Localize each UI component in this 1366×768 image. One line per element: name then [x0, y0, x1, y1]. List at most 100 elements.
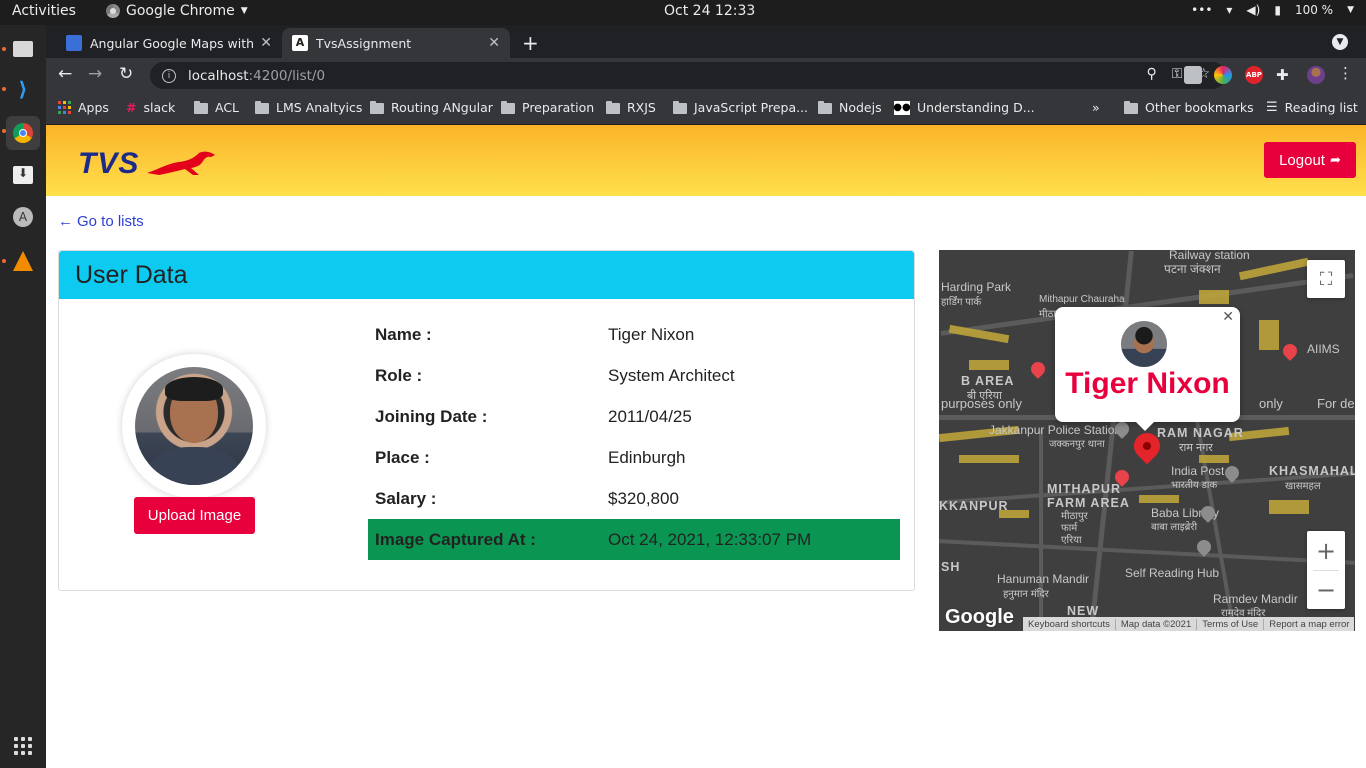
detail-label: Place : — [375, 447, 430, 467]
profile-photo — [135, 367, 253, 485]
extension-icon[interactable] — [1184, 66, 1202, 84]
menu-kebab-icon[interactable]: ⋮ — [1338, 64, 1353, 82]
favicon-icon — [66, 35, 82, 51]
adblock-icon[interactable]: ABP — [1245, 66, 1263, 84]
url-host: localhost — [188, 67, 249, 84]
reload-icon[interactable]: ↻ — [119, 64, 133, 84]
bookmark-other[interactable]: Other bookmarks — [1124, 100, 1254, 115]
bookmark-label: Preparation — [522, 100, 595, 115]
more-icon[interactable]: ••• — [1191, 3, 1212, 17]
activities-button[interactable]: Activities — [12, 3, 76, 19]
software-center-icon[interactable]: A — [6, 200, 40, 234]
tab-search-icon[interactable]: ▼ — [1332, 34, 1348, 50]
map-label: FARM AREA — [1047, 496, 1130, 510]
map-label: हनुमान मंदिर — [1003, 589, 1049, 600]
tvs-logo[interactable]: TVS — [78, 147, 221, 181]
tab-tvsassignment[interactable]: A TvsAssignment ✕ — [282, 28, 510, 58]
location-icon[interactable]: ⚲ — [1147, 66, 1157, 82]
reading-list-icon: ☰ — [1266, 100, 1278, 115]
close-icon[interactable]: ✕ — [1222, 309, 1234, 325]
close-icon[interactable]: ✕ — [260, 35, 272, 51]
wifi-icon[interactable]: ▾ — [1226, 3, 1232, 17]
vscode-icon[interactable]: ⟩ — [6, 72, 40, 106]
key-icon[interactable]: ⚿ — [1172, 66, 1183, 82]
address-bar[interactable]: i localhost:4200/list/0 ⚲ ⚿ ☆ — [150, 62, 1226, 89]
back-arrow-icon[interactable]: ← — [58, 64, 72, 84]
detail-label: Image Captured At : — [375, 529, 536, 549]
map-label: खासमहल — [1285, 481, 1321, 492]
upload-image-button[interactable]: Upload Image — [134, 497, 255, 534]
google-logo[interactable]: Google — [945, 606, 1014, 629]
volume-icon[interactable]: ◀) — [1246, 3, 1260, 17]
zoom-out-button[interactable]: − — [1307, 570, 1345, 609]
bookmark-preparation[interactable]: Preparation — [501, 100, 594, 115]
bookmark-javascript[interactable]: JavaScript Prepa... — [673, 100, 808, 115]
bookmark-label: Nodejs — [839, 100, 882, 115]
map-label: जक्कनपुर थाना — [1049, 439, 1105, 450]
profile-avatar[interactable] — [1307, 66, 1325, 84]
photo-body — [147, 447, 241, 485]
files-icon[interactable] — [6, 32, 40, 66]
bookmark-slack[interactable]: # slack — [126, 100, 175, 115]
google-map[interactable]: Railway station पटना जंक्शन Harding Park… — [939, 250, 1355, 631]
puzzle-extensions-icon[interactable]: ✚ — [1276, 66, 1294, 84]
vlc-icon[interactable] — [6, 244, 40, 278]
detail-value: Oct 24, 2021, 12:33:07 PM — [608, 529, 812, 549]
detail-row-role: Role : System Architect — [368, 355, 900, 396]
hospital-poi-icon[interactable] — [1028, 359, 1048, 379]
report-map-error-link[interactable]: Report a map error — [1264, 619, 1354, 630]
detail-value: Edinburgh — [608, 447, 686, 467]
keyboard-shortcuts-link[interactable]: Keyboard shortcuts — [1023, 618, 1116, 630]
bookmark-rxjs[interactable]: RXJS — [606, 100, 656, 115]
terms-of-use-link[interactable]: Terms of Use — [1197, 618, 1265, 630]
zoom-in-button[interactable]: + — [1307, 531, 1345, 570]
bookmark-reading-list[interactable]: ☰ Reading list — [1266, 100, 1358, 115]
bookmark-label: Reading list — [1284, 100, 1358, 115]
map-label: SH — [941, 560, 961, 574]
info-window-photo — [1121, 321, 1167, 367]
bookmarks-overflow-icon[interactable]: » — [1092, 100, 1100, 115]
close-icon[interactable]: ✕ — [488, 35, 500, 51]
tab-title: Angular Google Maps with Pl — [90, 35, 255, 51]
map-label: only — [1259, 396, 1283, 411]
bookmark-lms[interactable]: LMS Analtyics — [255, 100, 362, 115]
logout-button[interactable]: Logout ➦ — [1264, 142, 1356, 178]
map-data-text: Map data ©2021 — [1116, 618, 1198, 630]
angular-icon: A — [292, 35, 308, 51]
bookmark-apps[interactable]: Apps — [58, 100, 109, 115]
bookmark-nodejs[interactable]: Nodejs — [818, 100, 882, 115]
bookmark-label: Routing ANgular — [391, 100, 493, 115]
go-to-lists-link[interactable]: ← Go to lists — [58, 213, 144, 230]
tab-title: TvsAssignment — [316, 35, 412, 51]
map-label: एरिया — [1061, 535, 1082, 546]
hospital-poi-icon[interactable] — [1280, 341, 1300, 361]
bookmark-label: Other bookmarks — [1145, 100, 1254, 115]
detail-row-place: Place : Edinburgh — [368, 437, 900, 478]
dock: ⟩ ⬇ A — [0, 25, 46, 768]
system-tray[interactable]: ••• ▾ ◀) ▮ 100 % ▼ — [1191, 3, 1354, 17]
download-icon[interactable]: ⬇ — [6, 158, 40, 192]
detail-row-image-captured: Image Captured At : Oct 24, 2021, 12:33:… — [368, 519, 900, 560]
go-to-lists-label: Go to lists — [77, 213, 144, 230]
bookmark-understanding[interactable]: ●● Understanding D... — [893, 100, 1034, 115]
chrome-icon — [106, 4, 120, 18]
chrome-dock-icon[interactable] — [6, 116, 40, 150]
map-label: Hanuman Mandir — [997, 572, 1090, 586]
bookmark-routing[interactable]: Routing ANgular — [370, 100, 493, 115]
new-tab-button[interactable]: + — [522, 31, 539, 55]
battery-level: 100 % — [1294, 3, 1334, 17]
app-menu[interactable]: Google Chrome ▼ — [106, 3, 248, 19]
info-icon[interactable]: i — [162, 68, 176, 83]
system-menu-arrow-icon[interactable]: ▼ — [1347, 5, 1354, 15]
detail-value: System Architect — [608, 365, 735, 385]
map-label: MITHAPUR — [1047, 482, 1121, 496]
forward-arrow-icon[interactable]: → — [88, 64, 102, 84]
show-apps-icon[interactable] — [14, 737, 32, 755]
fullscreen-button[interactable]: ⛶ — [1307, 260, 1345, 298]
clock[interactable]: Oct 24 12:33 — [664, 3, 755, 19]
bookmark-acl[interactable]: ACL — [194, 100, 239, 115]
tab-angular-maps[interactable]: Angular Google Maps with Pl ✕ — [56, 28, 282, 58]
battery-icon[interactable]: ▮ — [1274, 3, 1281, 17]
detail-row-joining-date: Joining Date : 2011/04/25 — [368, 396, 900, 437]
color-picker-extension-icon[interactable] — [1214, 66, 1232, 84]
